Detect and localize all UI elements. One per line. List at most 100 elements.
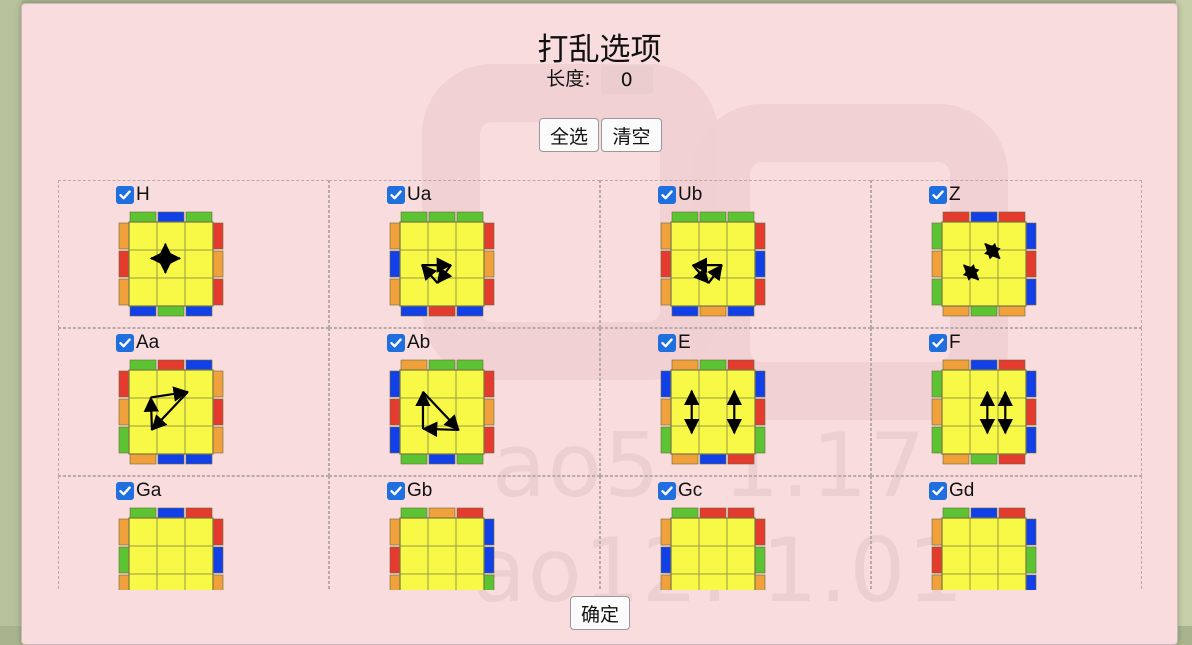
pll-case-gd[interactable]: Gd [871, 476, 1142, 590]
sticker-face [427, 249, 457, 279]
sticker-left [389, 574, 402, 590]
scramble-options-dialog: ao5: 1.17 ao12: 1.01 打乱选项 长度: 0 全选 清空 HU… [21, 3, 1178, 645]
sticker-face [698, 277, 728, 307]
case-checkbox[interactable] [387, 186, 405, 204]
case-checkbox[interactable] [929, 482, 947, 500]
sticker-top [998, 359, 1026, 372]
case-label: Z [949, 184, 961, 205]
background-left [0, 0, 22, 626]
sticker-top [428, 359, 456, 372]
case-label: Ga [136, 480, 162, 501]
pll-case-ua[interactable]: Ua [329, 180, 600, 328]
sticker-bottom [998, 452, 1026, 465]
case-checkbox[interactable] [658, 482, 676, 500]
sticker-face [969, 397, 999, 427]
pll-case-gc[interactable]: Gc [600, 476, 871, 590]
pll-case-h[interactable]: H [58, 180, 329, 328]
clear-button[interactable]: 清空 [601, 118, 662, 152]
length-value[interactable]: 0 [600, 65, 653, 94]
sticker-face [399, 249, 429, 279]
sticker-face [455, 545, 485, 575]
sticker-face [997, 221, 1027, 251]
sticker-face [698, 369, 728, 399]
sticker-face [184, 517, 214, 547]
pll-case-ub[interactable]: Ub [600, 180, 871, 328]
sticker-right [211, 546, 224, 574]
case-checkbox[interactable] [116, 186, 134, 204]
case-header: Gd [929, 481, 974, 501]
sticker-right [211, 574, 224, 590]
case-checkbox[interactable] [929, 334, 947, 352]
sticker-right [1024, 398, 1037, 426]
sticker-face [427, 545, 457, 575]
sticker-bottom [456, 304, 484, 317]
select-all-button[interactable]: 全选 [539, 118, 599, 152]
sticker-face [997, 425, 1027, 455]
sticker-bottom [727, 304, 755, 317]
confirm-button[interactable]: 确定 [570, 596, 630, 630]
pll-case-ga[interactable]: Ga [58, 476, 329, 590]
sticker-bottom [428, 304, 456, 317]
pll-case-f[interactable]: F [871, 328, 1142, 476]
case-checkbox[interactable] [658, 334, 676, 352]
sticker-right [1024, 574, 1037, 590]
sticker-face [941, 545, 971, 575]
sticker-face [184, 397, 214, 427]
sticker-face [399, 517, 429, 547]
case-checkbox[interactable] [387, 482, 405, 500]
sticker-left [660, 370, 673, 398]
sticker-face [941, 249, 971, 279]
case-header: E [658, 333, 691, 353]
sticker-top [456, 211, 484, 224]
sticker-bottom [942, 452, 970, 465]
pll-case-e[interactable]: E [600, 328, 871, 476]
sticker-face [128, 545, 158, 575]
sticker-bottom [970, 304, 998, 317]
sticker-left [118, 546, 131, 574]
sticker-top [970, 211, 998, 224]
sticker-right [1024, 518, 1037, 546]
sticker-left [931, 278, 944, 306]
sticker-face [941, 425, 971, 455]
sticker-left [660, 398, 673, 426]
sticker-face [455, 221, 485, 251]
pll-case-z[interactable]: Z [871, 180, 1142, 328]
pll-case-aa[interactable]: Aa [58, 328, 329, 476]
sticker-right [1024, 278, 1037, 306]
case-header: Ua [387, 185, 431, 205]
case-checkbox[interactable] [116, 482, 134, 500]
sticker-left [660, 250, 673, 278]
case-checkbox[interactable] [658, 186, 676, 204]
case-label: E [678, 332, 691, 353]
cube-diagram [931, 211, 1037, 317]
case-label: H [136, 184, 150, 205]
sticker-face [969, 221, 999, 251]
sticker-face [941, 221, 971, 251]
cube-diagram [389, 211, 495, 317]
sticker-face [726, 397, 756, 427]
cube-diagram [118, 359, 224, 465]
sticker-face [455, 425, 485, 455]
sticker-face [399, 277, 429, 307]
sticker-face [997, 397, 1027, 427]
sticker-face [184, 221, 214, 251]
sticker-right [482, 574, 495, 590]
sticker-top [400, 507, 428, 520]
sticker-bottom [970, 452, 998, 465]
sticker-face [455, 277, 485, 307]
sticker-left [931, 222, 944, 250]
case-checkbox[interactable] [116, 334, 134, 352]
sticker-face [455, 573, 485, 590]
case-checkbox[interactable] [929, 186, 947, 204]
sticker-right [482, 250, 495, 278]
sticker-left [931, 250, 944, 278]
cube-diagram [389, 507, 495, 590]
sticker-left [389, 546, 402, 574]
case-checkbox[interactable] [387, 334, 405, 352]
sticker-left [118, 278, 131, 306]
pll-case-ab[interactable]: Ab [329, 328, 600, 476]
pll-case-gb[interactable]: Gb [329, 476, 600, 590]
case-header: Gb [387, 481, 432, 501]
sticker-left [118, 222, 131, 250]
sticker-right [753, 250, 766, 278]
